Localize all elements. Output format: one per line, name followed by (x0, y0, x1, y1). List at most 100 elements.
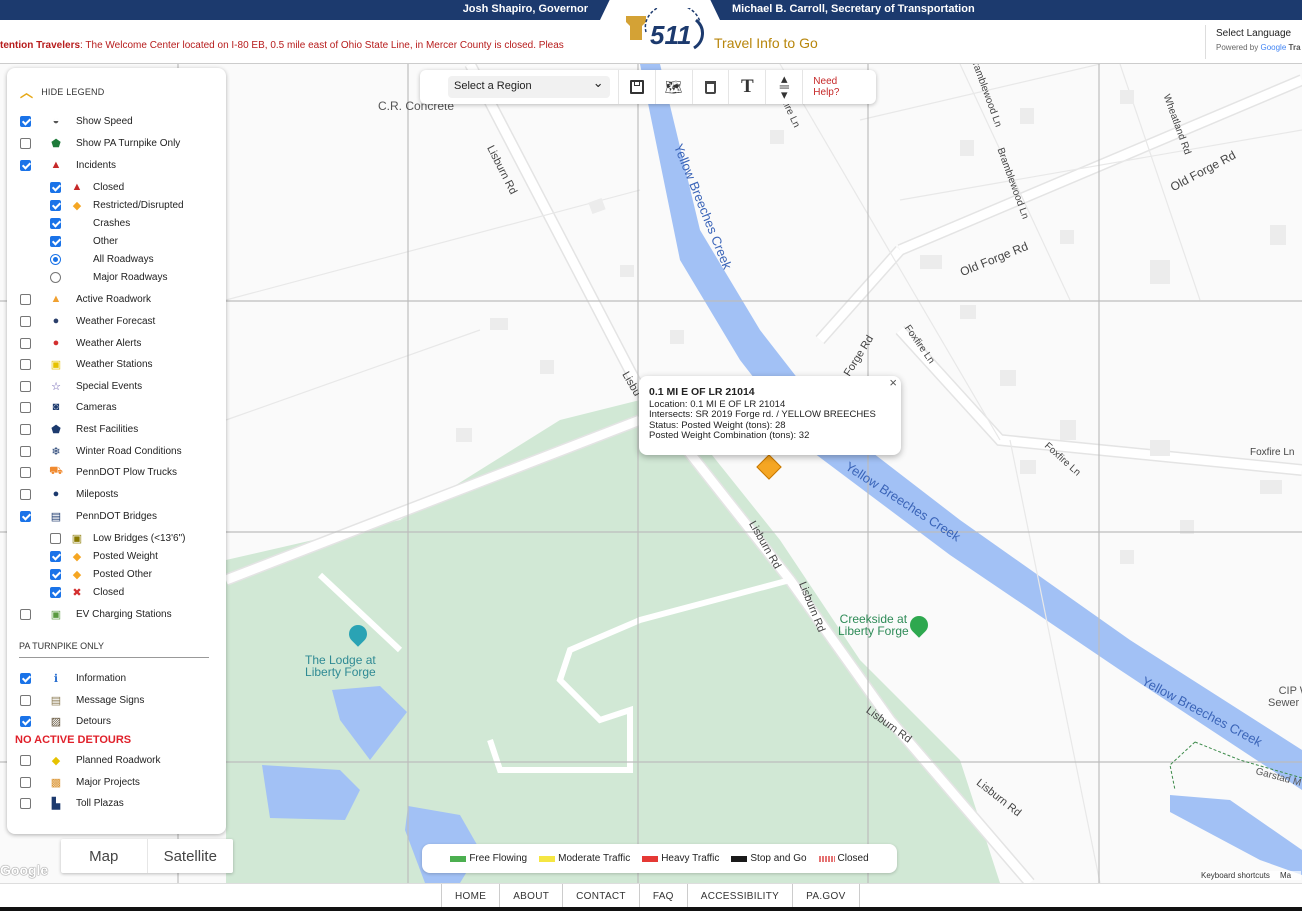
checkbox[interactable] (20, 137, 31, 149)
checkbox[interactable] (50, 181, 61, 193)
alert-message[interactable]: tention Travelers: The Welcome Center lo… (0, 40, 564, 51)
checkbox[interactable] (50, 550, 61, 562)
checkbox[interactable] (20, 358, 31, 370)
footer-link-contact[interactable]: CONTACT (562, 884, 639, 908)
icon-placeholder (69, 251, 85, 267)
legend-item-major-projects[interactable]: ▩ Major Projects (20, 773, 140, 791)
legend-item-weather-stations[interactable]: ▣ Weather Stations (20, 355, 153, 373)
checkbox[interactable] (20, 380, 31, 392)
checkbox[interactable] (50, 568, 61, 580)
traffic-label: Moderate Traffic (558, 853, 631, 864)
legend-item-weather-forecast[interactable]: ● Weather Forecast (20, 312, 155, 330)
checkbox[interactable] (20, 510, 31, 522)
footer-link-faq[interactable]: FAQ (638, 884, 687, 908)
checkbox[interactable] (20, 776, 31, 788)
traffic-label: Closed (837, 853, 869, 864)
map-data-link[interactable]: Ma (1280, 871, 1291, 880)
poi-lodge[interactable]: The Lodge at Liberty Forge (305, 654, 376, 678)
checkbox[interactable] (20, 423, 31, 435)
traffic-label: Heavy Traffic (661, 853, 720, 864)
checkbox[interactable] (20, 694, 31, 706)
legend-item-major-roadways[interactable]: Major Roadways (50, 268, 167, 286)
checkbox[interactable] (50, 217, 61, 229)
legend-item-posted-other[interactable]: ◆ Posted Other (50, 565, 152, 583)
checkbox[interactable] (20, 293, 31, 305)
radio-button[interactable] (50, 271, 61, 283)
save-button[interactable] (617, 70, 655, 104)
checkbox[interactable] (20, 754, 31, 766)
legend-label: Rest Facilities (76, 423, 139, 435)
checkbox[interactable] (50, 199, 61, 211)
low-bridge-icon: ▣ (71, 532, 83, 545)
resize-button[interactable]: ▴ ═ ▾ (765, 70, 802, 104)
radio-button[interactable] (50, 253, 61, 265)
checkbox[interactable] (50, 532, 61, 544)
legend-item-special-events[interactable]: ☆ Special Events (20, 377, 142, 395)
region-select[interactable]: Select a Region (448, 75, 610, 98)
star-icon: ☆ (51, 380, 61, 393)
checkbox[interactable] (50, 235, 61, 247)
text-size-button[interactable]: T (728, 70, 765, 104)
footer-link-home[interactable]: HOME (441, 884, 499, 908)
legend-label: Information (76, 672, 127, 684)
legend-item-planned-roadwork[interactable]: ◆ Planned Roadwork (20, 751, 161, 769)
language-selector[interactable]: Select Language Powered by Google Tra (1205, 25, 1302, 59)
tagline: Travel Info to Go (714, 35, 818, 51)
legend-item-other[interactable]: Other (50, 232, 118, 250)
legend-item-closed[interactable]: ▲ Closed (50, 178, 124, 196)
footer-link-about[interactable]: ABOUT (499, 884, 562, 908)
legend-item-detours[interactable]: ▨ Detours (20, 712, 111, 730)
legend-item-crashes[interactable]: Crashes (50, 214, 130, 232)
legend-item-incidents[interactable]: ▲ Incidents (20, 156, 116, 174)
checkbox[interactable] (20, 672, 31, 684)
legend-item-show-pa-turnpike-only[interactable]: ⬟ Show PA Turnpike Only (20, 134, 180, 152)
legend-item-active-roadwork[interactable]: ▲ Active Roadwork (20, 290, 151, 308)
checkbox[interactable] (50, 586, 61, 598)
legend-item-restricted-disrupted[interactable]: ◆ Restricted/Disrupted (50, 196, 184, 214)
map-layers-button[interactable]: 🗺 (654, 70, 692, 104)
legend-item-closed[interactable]: ✖ Closed (50, 583, 124, 601)
footer-link-pa-gov[interactable]: PA.GOV (792, 884, 860, 908)
poi-cip-sewer[interactable]: CIP WSewer C (1268, 685, 1302, 709)
legend-item-weather-alerts[interactable]: ● Weather Alerts (20, 334, 141, 352)
legend-item-penndot-bridges[interactable]: ▤ PennDOT Bridges (20, 507, 157, 525)
legend-item-message-signs[interactable]: ▤ Message Signs (20, 691, 144, 709)
checkbox[interactable] (20, 315, 31, 327)
close-icon[interactable]: × (889, 376, 897, 388)
map-type-satellite[interactable]: Satellite (146, 839, 234, 873)
legend-panel: ︿ HIDE LEGEND ◒ Show Speed ⬟ Show PA Turnpik… (7, 68, 226, 834)
poi-creekside[interactable]: Creekside at Liberty Forge (838, 613, 909, 637)
footer-link-accessibility[interactable]: ACCESSIBILITY (686, 884, 792, 908)
legend-item-cameras[interactable]: ◙ Cameras (20, 398, 117, 416)
legend-label: Mileposts (76, 488, 119, 500)
legend-item-posted-weight[interactable]: ◆ Posted Weight (50, 547, 158, 565)
select-language[interactable]: Select Language (1216, 28, 1302, 39)
checkbox[interactable] (20, 797, 31, 809)
legend-item-toll-plazas[interactable]: ▙ Toll Plazas (20, 794, 124, 812)
checkbox[interactable] (20, 401, 31, 413)
legend-item-show-speed[interactable]: ◒ Show Speed (20, 112, 133, 130)
legend-item-winter-road-conditions[interactable]: ❄ Winter Road Conditions (20, 442, 182, 460)
legend-item-rest-facilities[interactable]: ⬟ Rest Facilities (20, 420, 138, 438)
checkbox[interactable] (20, 159, 31, 171)
legend-label: Major Roadways (93, 271, 168, 283)
checkbox[interactable] (20, 715, 31, 727)
keyboard-shortcuts-link[interactable]: Keyboard shortcuts (1201, 871, 1270, 880)
map-type-map[interactable]: Map (61, 839, 147, 873)
legend-item-mileposts[interactable]: ● Mileposts (20, 485, 118, 503)
hide-legend-button[interactable]: ︿ HIDE LEGEND (20, 82, 104, 101)
need-help-link[interactable]: Need Help? (802, 70, 876, 104)
legend-item-ev-charging-stations[interactable]: ▣ EV Charging Stations (20, 605, 172, 623)
checkbox[interactable] (20, 445, 31, 457)
delete-button[interactable] (691, 70, 729, 104)
511-logo[interactable]: 511 (624, 8, 704, 54)
checkbox[interactable] (20, 337, 31, 349)
legend-item-all-roadways[interactable]: All Roadways (50, 250, 154, 268)
checkbox[interactable] (20, 466, 31, 478)
checkbox[interactable] (20, 488, 31, 500)
legend-item-information[interactable]: ℹ Information (20, 669, 126, 687)
legend-item-low-bridges-13-6[interactable]: ▣ Low Bridges (<13'6") (50, 529, 185, 547)
legend-item-penndot-plow-trucks[interactable]: ⛟ PennDOT Plow Trucks (20, 463, 177, 481)
checkbox[interactable] (20, 115, 31, 127)
checkbox[interactable] (20, 608, 31, 620)
